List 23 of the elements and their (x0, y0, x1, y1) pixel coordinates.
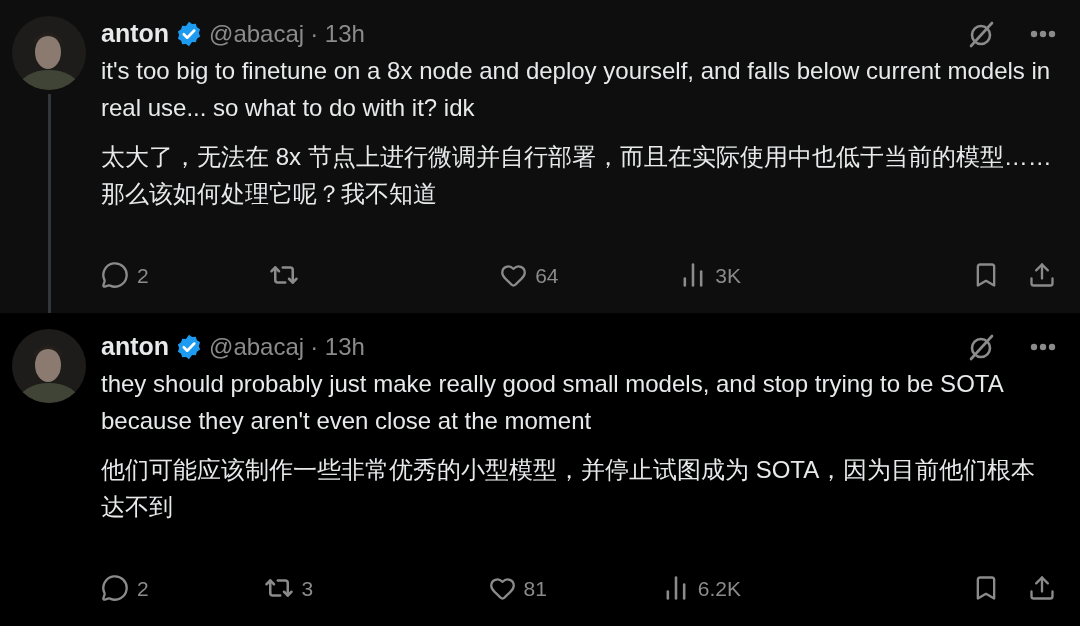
author-name[interactable]: anton (101, 15, 170, 53)
user-handle[interactable]: @abacaj (209, 329, 305, 365)
reply-button[interactable]: 2 (101, 572, 149, 604)
repost-button[interactable]: 3 (263, 572, 374, 604)
share-icon[interactable] (1028, 574, 1056, 603)
post-time[interactable]: · 13h (310, 16, 365, 52)
views-button[interactable]: 3K (679, 259, 741, 291)
user-handle[interactable]: @abacaj (209, 16, 305, 52)
speech-bubble-icon (101, 574, 129, 603)
translated-text: 他们可能应该制作一些非常优秀的小型模型，并停止试图成为 SOTA，因为目前他们根本达不到 (101, 455, 1037, 522)
post-time[interactable]: · 13h (310, 329, 365, 365)
like-button[interactable]: 64 (500, 259, 559, 291)
author-name[interactable]: anton (101, 328, 170, 366)
translated-text: 太大了，无法在 8x 节点上进行微调并自行部署，而且在实际使用中也低于当前的模型…… 那么该如何处理它呢？我不知道 (101, 142, 1053, 209)
like-button[interactable]: 81 (488, 572, 547, 604)
more-icon[interactable] (1030, 343, 1056, 351)
speech-bubble-icon (101, 261, 129, 290)
more-icon[interactable] (1030, 30, 1056, 38)
share-icon[interactable] (1028, 261, 1056, 290)
tweet-text: they should probably just make really good small models, and stop trying to be SOTA because they aren't even close at the moment (101, 369, 1004, 436)
tweet-text: it's too big to finetune on a 8x node and deploy yourself, and falls below current models in real use... so what to do with it? idk (101, 56, 1052, 123)
views-button[interactable]: 6.2K (661, 572, 741, 604)
reply-button[interactable]: 2 (101, 259, 149, 291)
